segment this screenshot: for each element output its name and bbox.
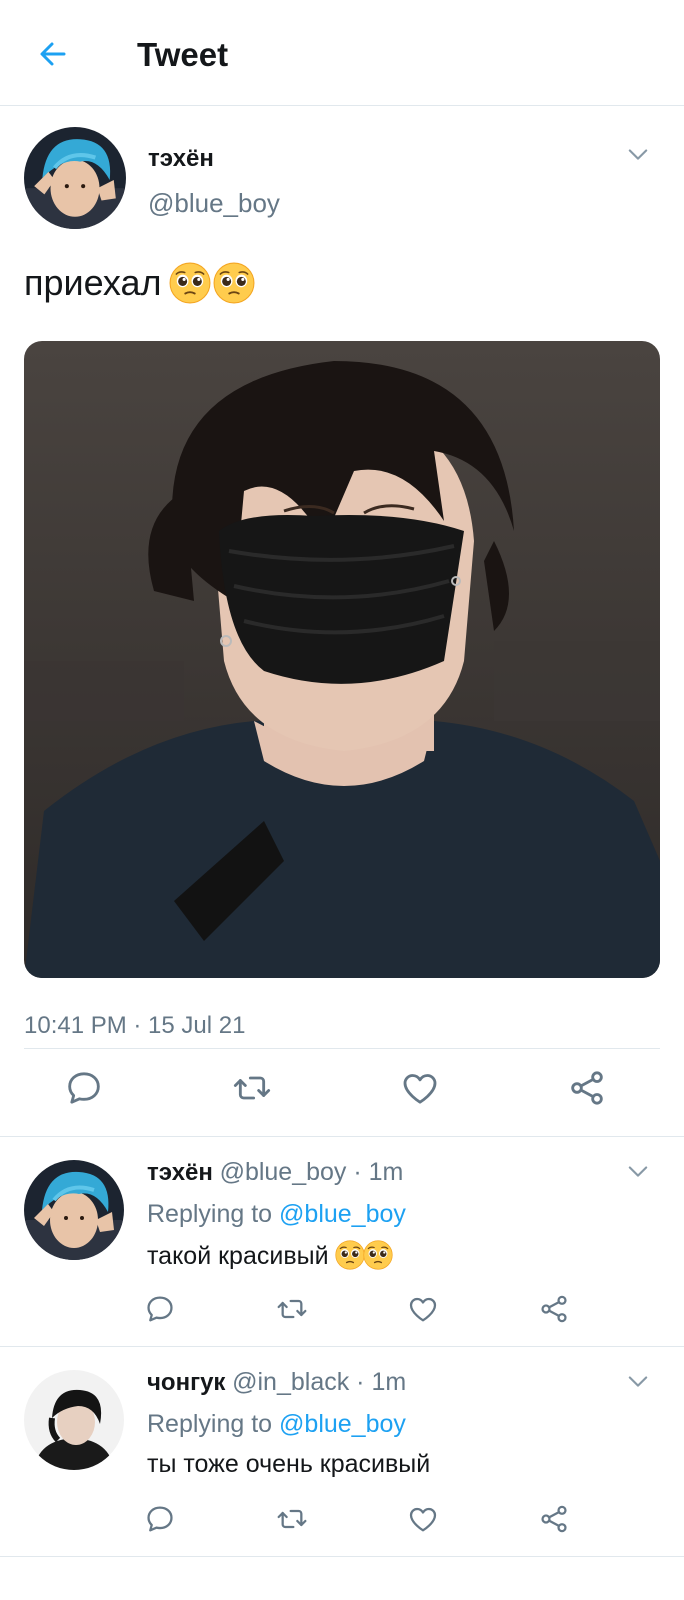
top-bar: Tweet	[0, 0, 684, 106]
replying-prefix: Replying to	[147, 1200, 273, 1228]
reply-text: ты тоже очень красивый	[147, 1450, 431, 1478]
reply-icon[interactable]	[144, 1503, 176, 1535]
tweet-photo[interactable]	[24, 341, 660, 978]
reply-text: такой красивый	[147, 1240, 393, 1271]
reply-author-name: тэхён	[147, 1159, 213, 1186]
like-icon[interactable]	[407, 1293, 439, 1325]
like-icon[interactable]	[407, 1503, 439, 1535]
avatar[interactable]	[24, 127, 126, 229]
tweet-timestamp: 10:41 PM · 15 Jul 21	[24, 1012, 246, 1039]
divider	[0, 1346, 684, 1347]
pleading-face-icon	[335, 1240, 365, 1270]
chevron-down-icon[interactable]	[624, 1367, 652, 1395]
replying-to: Replying to @blue_boy	[147, 1200, 406, 1229]
mention-link[interactable]: @blue_boy	[279, 1410, 406, 1438]
reply-author[interactable]: тэхён @blue_boy · 1m	[147, 1158, 403, 1187]
reply-meta: @blue_boy · 1m	[219, 1158, 404, 1186]
mention-link[interactable]: @blue_boy	[279, 1200, 406, 1228]
reply-icon[interactable]	[144, 1293, 176, 1325]
chevron-down-icon[interactable]	[624, 1157, 652, 1185]
like-icon[interactable]	[400, 1068, 440, 1108]
reply-author[interactable]: чонгук @in_black · 1m	[147, 1368, 406, 1397]
tweet-text: приехал	[24, 262, 255, 304]
tweet-author-name[interactable]: тэхён	[148, 145, 214, 173]
share-icon[interactable]	[538, 1293, 570, 1325]
avatar[interactable]	[24, 1160, 124, 1260]
avatar[interactable]	[24, 1370, 124, 1470]
share-icon[interactable]	[538, 1503, 570, 1535]
reply-author-name: чонгук	[147, 1369, 226, 1396]
chevron-down-icon[interactable]	[624, 140, 652, 168]
back-arrow-icon[interactable]	[34, 34, 74, 74]
page-title: Tweet	[137, 36, 229, 73]
reply-body: такой красивый	[147, 1242, 329, 1270]
retweet-icon[interactable]	[232, 1068, 272, 1108]
replying-prefix: Replying to	[147, 1410, 273, 1438]
retweet-icon[interactable]	[276, 1293, 308, 1325]
reply-icon[interactable]	[64, 1068, 104, 1108]
pleading-face-icon	[169, 262, 211, 304]
divider	[0, 1556, 684, 1557]
divider	[24, 1048, 660, 1049]
tweet-author-handle[interactable]: @blue_boy	[148, 188, 280, 219]
retweet-icon[interactable]	[276, 1503, 308, 1535]
share-icon[interactable]	[567, 1068, 607, 1108]
tweet-body: приехал	[24, 262, 162, 303]
divider	[0, 1136, 684, 1137]
replying-to: Replying to @blue_boy	[147, 1410, 406, 1439]
pleading-face-icon	[363, 1240, 393, 1270]
reply-meta: @in_black · 1m	[232, 1368, 407, 1396]
pleading-face-icon	[213, 262, 255, 304]
